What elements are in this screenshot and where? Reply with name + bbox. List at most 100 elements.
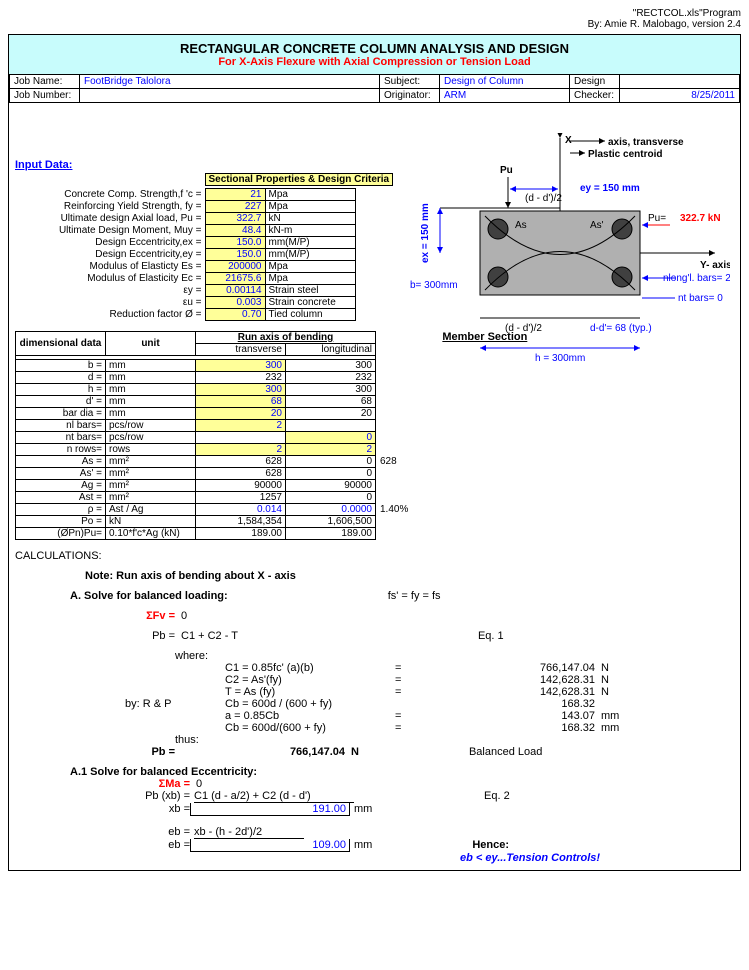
dim-longitudinal[interactable]: 0	[286, 492, 376, 504]
dim-transverse[interactable]: 90000	[196, 480, 286, 492]
dim-transverse[interactable]: 2	[196, 420, 286, 432]
dim-transverse[interactable]: 20	[196, 408, 286, 420]
title-main: RECTANGULAR CONCRETE COLUMN ANALYSIS AND…	[9, 41, 740, 56]
pb-eq: C1 + C2 - T	[181, 630, 238, 642]
dim-transverse[interactable]: 232	[196, 372, 286, 384]
prop-value[interactable]: 200000	[205, 261, 265, 273]
originator[interactable]: ARM	[440, 89, 570, 103]
prop-label: Design Eccentricity,ey =	[15, 249, 205, 261]
dim-transverse[interactable]: 628	[196, 468, 286, 480]
svg-text:nt bars= 0: nt bars= 0	[678, 293, 723, 304]
a-eq: a = 0.85Cb	[225, 710, 395, 722]
dim-transverse[interactable]: 189.00	[196, 528, 286, 540]
title-block: RECTANGULAR CONCRETE COLUMN ANALYSIS AND…	[9, 35, 740, 74]
dim-unit: mm²	[106, 492, 196, 504]
prop-value[interactable]: 0.00114	[205, 285, 265, 297]
dim-unit: mm	[106, 408, 196, 420]
dim-transverse[interactable]: 68	[196, 396, 286, 408]
pbxb-label: Pb (xb) =	[135, 790, 190, 803]
dim-longitudinal[interactable]: 0	[286, 456, 376, 468]
design-val[interactable]	[620, 75, 740, 89]
dim-transverse[interactable]: 0.014	[196, 504, 286, 516]
prop-label: Reduction factor Ø =	[15, 309, 205, 321]
svg-text:axis, transverse: axis, transverse	[608, 137, 684, 148]
dim-unit: mm	[106, 372, 196, 384]
dim-transverse[interactable]: 1257	[196, 492, 286, 504]
dim-longitudinal[interactable]: 1,606,500	[286, 516, 376, 528]
subject[interactable]: Design of Column	[440, 75, 570, 89]
svg-text:As: As	[515, 220, 527, 231]
eq2-label: Eq. 2	[484, 790, 510, 803]
dim-longitudinal[interactable]: 2	[286, 444, 376, 456]
sigma-ma-label: ΣMa =	[135, 778, 190, 790]
dim-transverse[interactable]: 300	[196, 384, 286, 396]
prop-value[interactable]: 0.003	[205, 297, 265, 309]
dim-longitudinal[interactable]: 68	[286, 396, 376, 408]
checker-date[interactable]: 8/25/2011	[620, 89, 740, 103]
dim-longitudinal[interactable]: 0	[286, 468, 376, 480]
prop-unit: Mpa	[265, 201, 355, 213]
prop-label: Ultimate Design Moment, Muy =	[15, 225, 205, 237]
cb2-eq: Cb = 600d/(600 + fy)	[225, 722, 395, 734]
dim-extra	[376, 528, 412, 540]
job-name-label: Job Name:	[10, 75, 80, 89]
section-header: Sectional Properties & Design Criteria	[205, 174, 393, 186]
prop-value[interactable]: 322.7	[205, 213, 265, 225]
svg-text:(d - d')/2: (d - d')/2	[525, 193, 562, 204]
fs-eq: fs' = fy = fs	[388, 590, 441, 602]
prop-label: Design Eccentricity,ex =	[15, 237, 205, 249]
dim-transverse[interactable]: 300	[196, 360, 286, 372]
dim-longitudinal[interactable]: 189.00	[286, 528, 376, 540]
xb-label: xb =	[135, 803, 190, 816]
dim-transverse[interactable]: 2	[196, 444, 286, 456]
member-diagram: X axis, transverse Plastic centroid Y- a…	[380, 133, 730, 413]
c1-val: 766,147.04	[425, 662, 595, 674]
dim-transverse[interactable]: 628	[196, 456, 286, 468]
prop-value[interactable]: 150.0	[205, 249, 265, 261]
dim-transverse[interactable]: 1,584,354	[196, 516, 286, 528]
svg-text:b= 300mm: b= 300mm	[410, 280, 458, 291]
prop-value[interactable]: 21	[205, 189, 265, 201]
job-num[interactable]	[80, 89, 380, 103]
subject-label: Subject:	[380, 75, 440, 89]
dimensional-table: dimensional data unit Run axis of bendin…	[15, 331, 412, 540]
prop-label: Modulus of Elasticity Ec =	[15, 273, 205, 285]
prop-value[interactable]: 227	[205, 201, 265, 213]
tension-controls: eb < ey...Tension Controls!	[460, 852, 600, 864]
dim-transverse[interactable]	[196, 432, 286, 444]
pb-res-label: Pb =	[135, 746, 175, 758]
dim-unit: pcs/row	[106, 420, 196, 432]
dim-longitudinal[interactable]: 232	[286, 372, 376, 384]
dim-label: d =	[16, 372, 106, 384]
prop-unit: Mpa	[265, 273, 355, 285]
checker-label: Checker:	[570, 89, 620, 103]
dim-longitudinal[interactable]: 300	[286, 384, 376, 396]
properties-table: Sectional Properties & Design Criteria	[15, 173, 393, 186]
dim-longitudinal[interactable]	[286, 420, 376, 432]
dim-label: d' =	[16, 396, 106, 408]
job-name[interactable]: FootBridge Talolora	[80, 75, 380, 89]
design-label: Design	[570, 75, 620, 89]
dim-longitudinal[interactable]: 20	[286, 408, 376, 420]
calculations-label: CALCULATIONS:	[15, 550, 734, 562]
dim-extra	[376, 492, 412, 504]
by-rp: by: R & P	[125, 698, 225, 710]
dim-longitudinal[interactable]: 300	[286, 360, 376, 372]
svg-text:As': As'	[590, 220, 604, 231]
prop-label: Ultimate design Axial load, Pu =	[15, 213, 205, 225]
section-A-head: A. Solve for balanced loading:	[70, 590, 228, 602]
prop-value[interactable]: 21675.6	[205, 273, 265, 285]
dim-label: As' =	[16, 468, 106, 480]
dim-unit: mm	[106, 396, 196, 408]
prop-value[interactable]: 0.70	[205, 309, 265, 321]
prop-value[interactable]: 150.0	[205, 237, 265, 249]
dim-longitudinal[interactable]: 0	[286, 432, 376, 444]
thus-label: thus:	[175, 734, 734, 746]
prop-value[interactable]: 48.4	[205, 225, 265, 237]
dim-extra	[376, 444, 412, 456]
prop-label: Reinforcing Yield Strength, fy =	[15, 201, 205, 213]
prop-unit: Mpa	[265, 261, 355, 273]
svg-text:h = 300mm: h = 300mm	[535, 353, 585, 364]
dim-longitudinal[interactable]: 90000	[286, 480, 376, 492]
dim-longitudinal[interactable]: 0.0000	[286, 504, 376, 516]
